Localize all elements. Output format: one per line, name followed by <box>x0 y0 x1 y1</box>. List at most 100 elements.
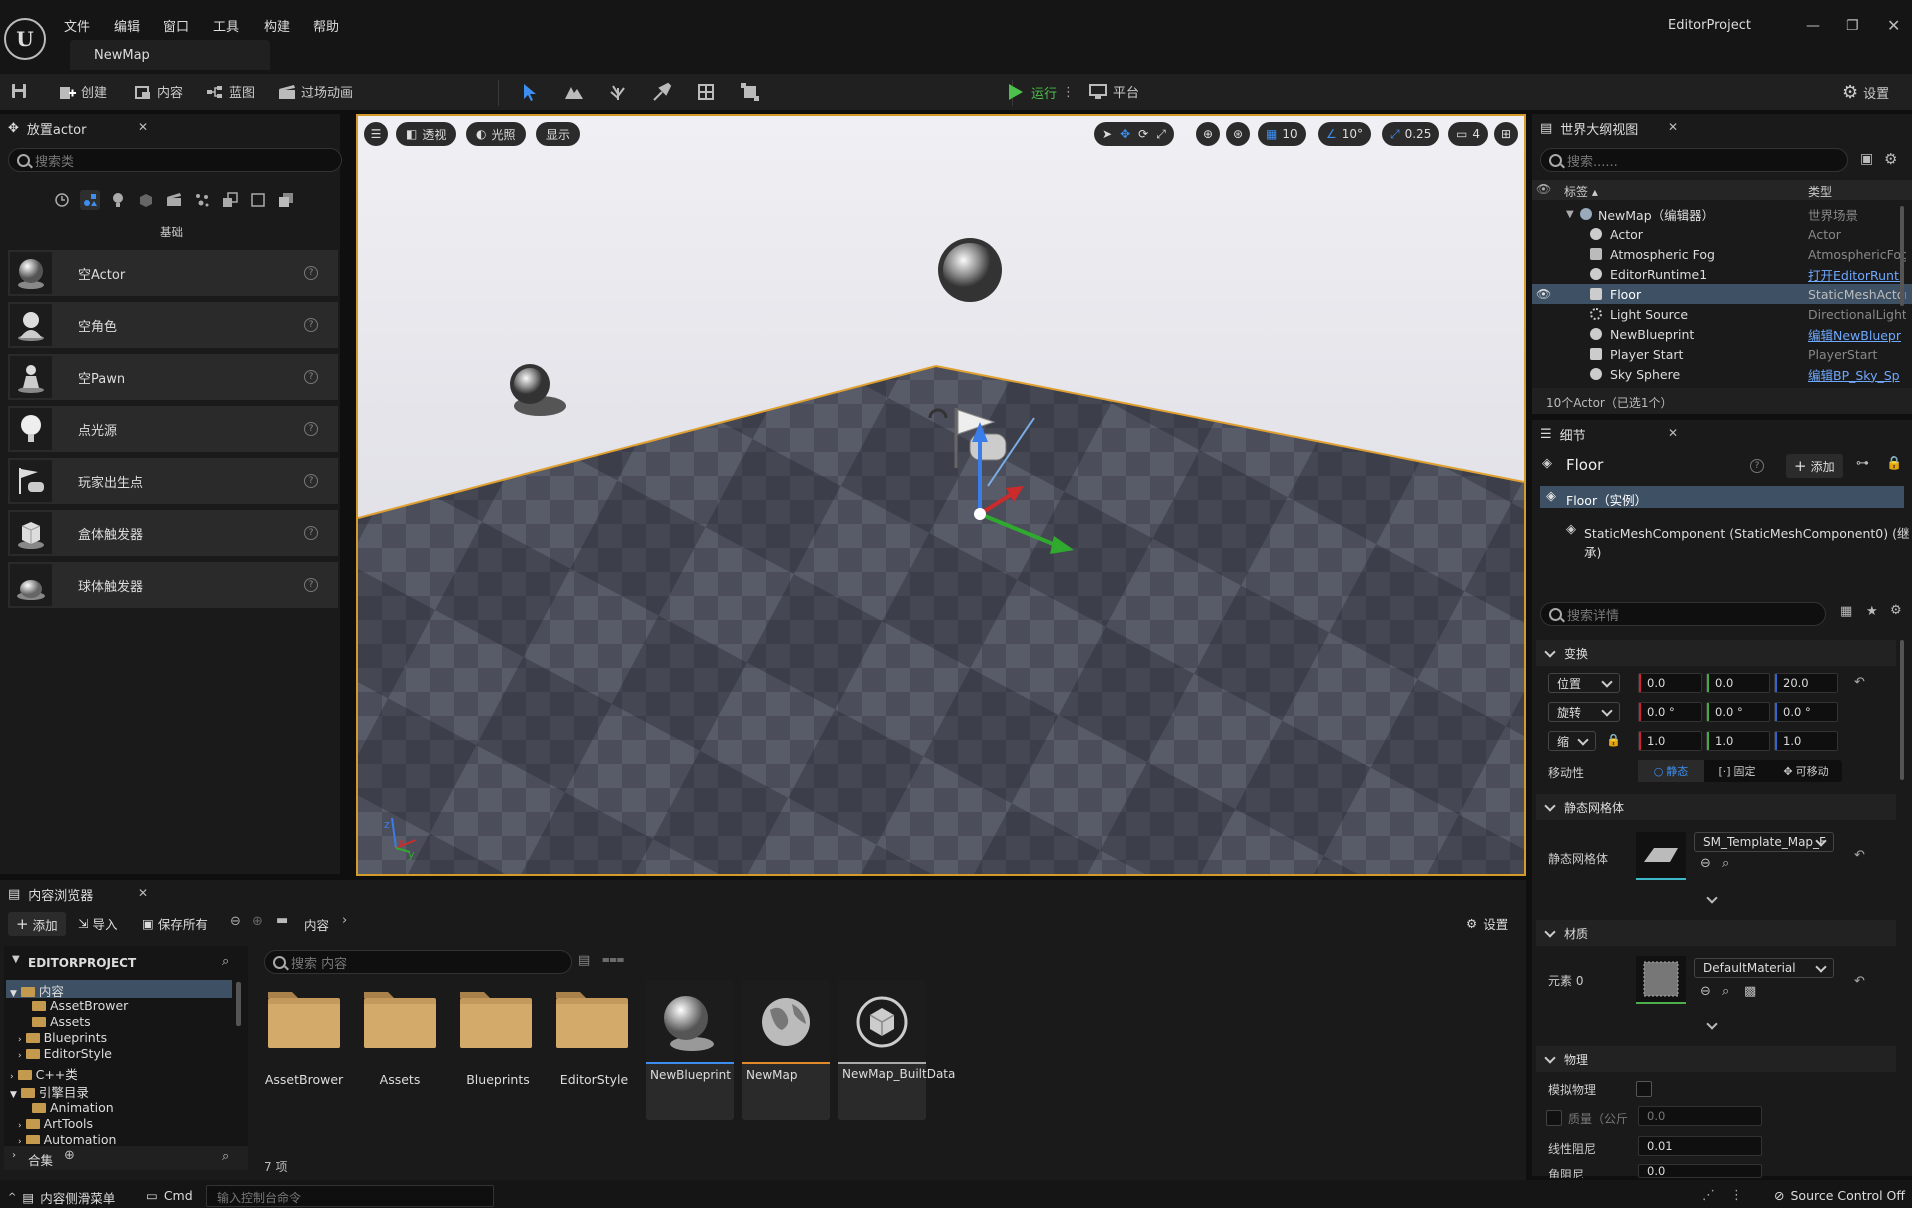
menu-window[interactable]: 窗口 <box>163 16 189 35</box>
landscape-mode-icon[interactable] <box>564 82 584 102</box>
basic-category-icon[interactable] <box>80 190 100 210</box>
help-icon[interactable]: ? <box>304 266 318 280</box>
actor-item-player-start[interactable]: 玩家出生点 ? <box>8 458 338 504</box>
visibility-eye-icon[interactable]: 👁 <box>1536 182 1551 196</box>
rotation-x-field[interactable]: 0.0 ° <box>1638 702 1702 722</box>
content-button[interactable]: 内容 <box>134 82 183 101</box>
scale-z-field[interactable]: 1.0 <box>1774 731 1838 751</box>
content-settings-button[interactable]: ⚙ 设置 <box>1466 914 1508 933</box>
star-icon[interactable]: ★ <box>1866 604 1878 619</box>
help-icon[interactable]: ? <box>304 422 318 436</box>
path-breadcrumb[interactable]: 内容 <box>304 915 329 934</box>
outliner-row[interactable]: Atmospheric Fog AtmosphericFog <box>1532 244 1912 264</box>
mobility-stationary-option[interactable]: [·] 固定 <box>1704 760 1770 782</box>
outliner-tab[interactable]: ▤ 世界大纲视图 <box>1540 114 1638 142</box>
expand-arrow-icon[interactable]: › <box>12 1150 16 1161</box>
rotate-tool-icon[interactable]: ⟳ <box>1138 127 1148 141</box>
import-button[interactable]: ⇲ 导入 <box>78 914 118 933</box>
tree-search-icon[interactable]: ⌕ <box>222 954 229 969</box>
sky-sphere-billboard[interactable] <box>938 238 1002 302</box>
cmd-button[interactable]: ▭ Cmd <box>146 1188 193 1203</box>
details-search-input[interactable]: 搜索详情 <box>1540 602 1826 626</box>
linear-damping-field[interactable]: 0.01 <box>1638 1136 1762 1156</box>
location-z-field[interactable]: 20.0 <box>1774 673 1838 693</box>
help-icon[interactable]: ? <box>304 578 318 592</box>
add-content-button[interactable]: + 添加 <box>8 912 66 936</box>
tree-scrollbar[interactable] <box>236 982 241 1026</box>
outliner-settings-icon[interactable]: ⚙ <box>1884 150 1897 168</box>
location-dropdown[interactable]: 位置 <box>1548 673 1620 693</box>
details-tab[interactable]: ☰ 细节 <box>1540 420 1586 448</box>
folder-icon[interactable] <box>458 988 534 1050</box>
settings-button[interactable]: ⚙ 设置 <box>1842 82 1889 103</box>
location-y-field[interactable]: 0.0 <box>1706 673 1770 693</box>
create-button[interactable]: 创建 <box>58 82 107 101</box>
tree-item[interactable]: Animation <box>32 1100 114 1115</box>
tree-item[interactable]: › Automation <box>18 1132 116 1144</box>
outliner-row-selected[interactable]: 👁 Floor StaticMeshActor <box>1532 284 1912 304</box>
camera-speed-button[interactable]: ▭ 4 <box>1448 122 1488 146</box>
place-actors-tab[interactable]: ✥ 放置actor <box>8 114 156 142</box>
viewport-menu-icon[interactable]: ☰ <box>364 122 388 146</box>
materials-section[interactable]: 材质 <box>1536 920 1896 946</box>
asset-card-newmap[interactable]: NewMap <box>742 980 830 1120</box>
asset-card-newblueprint[interactable]: NewBlueprint <box>646 980 734 1120</box>
static-mesh-dropdown[interactable]: SM_Template_Map_F <box>1694 832 1834 852</box>
menu-edit[interactable]: 编辑 <box>114 16 140 35</box>
visual-effects-category-icon[interactable] <box>192 190 212 210</box>
rotation-dropdown[interactable]: 旋转 <box>1548 702 1620 722</box>
folder-label[interactable]: EditorStyle <box>546 1072 642 1087</box>
material-dropdown[interactable]: DefaultMaterial <box>1694 958 1834 978</box>
blueprint-icon[interactable]: ⊶ <box>1856 456 1869 471</box>
save-icon[interactable] <box>10 82 28 100</box>
shapes-category-icon[interactable] <box>136 190 156 210</box>
close-tab-icon[interactable]: ✕ <box>138 120 148 134</box>
status-options-icon[interactable]: ⋮ <box>1730 1188 1743 1203</box>
outliner-row[interactable]: Light Source DirectionalLight <box>1532 304 1912 324</box>
close-window-icon[interactable]: ✕ <box>1887 16 1900 35</box>
scale-x-field[interactable]: 1.0 <box>1638 731 1702 751</box>
content-search-input[interactable]: 搜索 内容 <box>264 950 572 974</box>
rotation-snap-button[interactable]: ∠ 10° <box>1318 122 1372 146</box>
transform-section[interactable]: 变换 <box>1536 640 1896 666</box>
mobility-static-option[interactable]: ○ 静态 <box>1638 760 1704 782</box>
help-icon[interactable]: ? <box>304 526 318 540</box>
details-settings-icon[interactable]: ⚙ <box>1890 603 1902 618</box>
outliner-row-type-link[interactable]: 编辑NewBluepr <box>1808 325 1906 344</box>
rotation-y-field[interactable]: 0.0 ° <box>1706 702 1770 722</box>
unreal-logo-icon[interactable]: U <box>4 18 46 60</box>
actor-item-sphere-trigger[interactable]: 球体触发器 ? <box>8 562 338 608</box>
tree-item[interactable]: AssetBrower <box>32 998 128 1013</box>
static-mesh-section[interactable]: 静态网格体 <box>1536 794 1896 820</box>
modeling-mode-icon[interactable] <box>740 82 760 102</box>
lock-icon[interactable]: 🔒 <box>1886 456 1902 471</box>
mesh-component-row[interactable]: StaticMeshComponent (StaticMeshComponent… <box>1584 523 1912 561</box>
help-icon[interactable]: ? <box>304 474 318 488</box>
breadcrumb-chevron-icon[interactable]: › <box>342 913 347 928</box>
select-mode-icon[interactable] <box>520 82 540 102</box>
tree-item[interactable]: › Blueprints <box>18 1030 107 1045</box>
find-in-browser-icon[interactable]: ⌕ <box>1722 984 1729 999</box>
expand-arrow-icon[interactable]: ▼ <box>1566 209 1574 220</box>
label-column-header[interactable]: 标签 ▴ <box>1564 183 1598 200</box>
outliner-row-type-link[interactable]: 打开EditorRunti <box>1808 265 1906 284</box>
derived-data-icon[interactable]: ⋰ <box>1702 1188 1715 1203</box>
outliner-row[interactable]: Sky Sphere 编辑BP_Sky_Sp <box>1532 364 1912 384</box>
translate-tool-icon[interactable]: ✥ <box>1120 127 1130 141</box>
fracture-mode-icon[interactable] <box>696 82 716 102</box>
outliner-row[interactable]: Player Start PlayerStart <box>1532 344 1912 364</box>
save-search-icon[interactable]: ▤ <box>578 953 590 968</box>
material-thumbnail[interactable] <box>1636 956 1686 1004</box>
recent-category-icon[interactable] <box>52 190 72 210</box>
mobility-movable-option[interactable]: ✥ 可移动 <box>1770 760 1842 782</box>
scale-y-field[interactable]: 1.0 <box>1706 731 1770 751</box>
static-mesh-thumbnail[interactable] <box>1636 832 1686 880</box>
menu-build[interactable]: 构建 <box>264 16 290 35</box>
folder-label[interactable]: Blueprints <box>450 1072 546 1087</box>
folder-label[interactable]: AssetBrower <box>256 1072 352 1087</box>
scale-dropdown[interactable]: 缩 <box>1548 731 1596 751</box>
physics-section[interactable]: 物理 <box>1536 1046 1896 1072</box>
menu-tools[interactable]: 工具 <box>213 16 239 35</box>
collections-label[interactable]: 合集 <box>28 1150 53 1169</box>
level-viewport[interactable]: z y x ☰ ◧ 透视 ◐ 光照 显示 ➤ ✥ ⟳ ⤢ ⊕ ⊛ ▦ 10 ∠ … <box>356 114 1526 876</box>
